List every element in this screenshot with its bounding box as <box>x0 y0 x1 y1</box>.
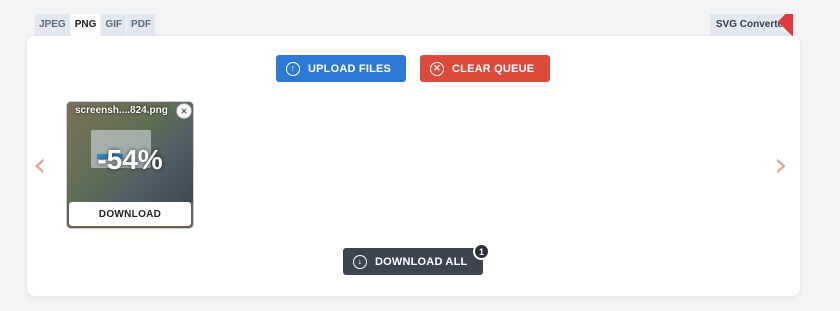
format-tabs: JPEG PNG GIF PDF <box>35 14 157 36</box>
download-all-label: DOWNLOAD ALL <box>375 255 468 268</box>
svg-converter-tab[interactable]: SVG Converter <box>709 14 793 36</box>
upload-files-label: UPLOAD FILES <box>308 62 392 75</box>
file-download-button[interactable]: DOWNLOAD <box>69 202 191 226</box>
upload-files-button[interactable]: ↑ UPLOAD FILES <box>276 55 406 82</box>
upload-arrow-icon: ↑ <box>286 61 300 76</box>
clear-x-icon: ✕ <box>430 61 444 76</box>
converter-panel: ↑ UPLOAD FILES ✕ CLEAR QUEUE ‹ › screens… <box>27 36 800 296</box>
savings-percent: -54% <box>97 144 163 175</box>
tab-png[interactable]: PNG <box>70 14 102 36</box>
close-icon[interactable]: × <box>176 103 192 119</box>
tab-pdf[interactable]: PDF <box>127 14 157 36</box>
file-card: screensh....824.png × -54% DOWNLOAD <box>66 101 194 229</box>
tab-gif[interactable]: GIF <box>101 14 128 36</box>
clear-queue-label: CLEAR QUEUE <box>452 62 535 75</box>
next-arrow-icon[interactable]: › <box>774 148 788 182</box>
file-name: screensh....824.png <box>75 105 168 116</box>
prev-arrow-icon[interactable]: ‹ <box>33 148 47 182</box>
clear-queue-button[interactable]: ✕ CLEAR QUEUE <box>420 55 550 82</box>
download-all-button[interactable]: ↓ DOWNLOAD ALL <box>343 248 483 275</box>
tab-jpeg[interactable]: JPEG <box>35 14 71 36</box>
download-arrow-icon: ↓ <box>353 254 367 269</box>
svg-converter-label: SVG Converter <box>715 19 787 30</box>
download-count-badge: 1 <box>473 243 490 260</box>
